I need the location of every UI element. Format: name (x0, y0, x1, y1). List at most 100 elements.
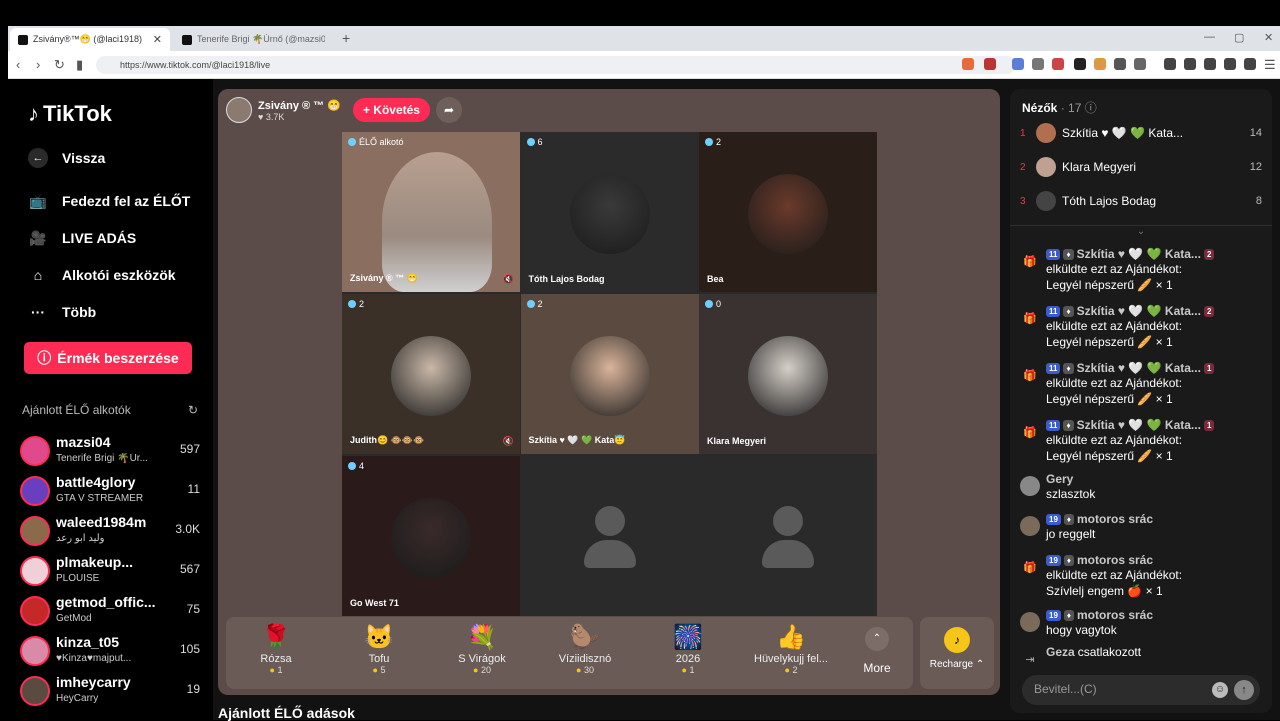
coin-icon: ● (576, 665, 584, 675)
message-text: elküldte ezt az Ajándékot: (1046, 376, 1183, 390)
close-window-icon[interactable]: ✕ (1264, 31, 1273, 44)
fan-badge: 1 (1203, 419, 1215, 431)
chat-input[interactable]: ☺ ↑ (1022, 675, 1260, 705)
extension-icon[interactable] (1114, 58, 1126, 70)
guest-cell[interactable]: 6 Tóth Lajos Bodag (520, 132, 699, 292)
triangle-extension-icon[interactable] (984, 58, 996, 70)
message-text-2: Legyél népszerű 🥖 × 1 (1046, 335, 1173, 349)
coin-icon: ♪ (944, 627, 970, 653)
user-name[interactable]: Szkítia ♥ 🤍 💚 Kata... (1077, 418, 1201, 432)
menu-icon[interactable]: ☰ (1264, 57, 1276, 73)
browser-tab[interactable]: Tenerife Brigi 🌴Úrnő (@mazsi04) É... (174, 28, 334, 51)
extension-icon[interactable] (1094, 58, 1106, 70)
chat-input-field[interactable] (1034, 682, 1204, 696)
viewer-rank: 3 (1020, 195, 1026, 207)
forward-icon[interactable]: › (36, 57, 40, 72)
sidebar-icon[interactable] (1184, 58, 1196, 70)
guest-cell[interactable] (699, 456, 877, 616)
top-viewer-row[interactable]: 3 Tóth Lajos Bodag 8 (1020, 189, 1262, 213)
gift-item[interactable]: 🌹 Rózsa ● 1 (231, 623, 321, 675)
extension-icon[interactable] (1074, 58, 1086, 70)
message-text: jo reggelt (1046, 527, 1096, 541)
creator-item[interactable]: waleed1984m وليد ابو رعد 3.0K (20, 514, 200, 550)
minimize-icon[interactable]: — (1204, 31, 1215, 43)
puzzle-icon[interactable] (1134, 58, 1146, 70)
top-viewer-row[interactable]: 2 Klara Megyeri 12 (1020, 155, 1262, 179)
emoji-icon[interactable]: ☺ (1212, 682, 1228, 698)
guest-cell[interactable]: 2 Szkítia ♥ 🤍 💚 Kata😇 (520, 294, 699, 454)
gift-item[interactable]: 🐱 Tofu ● 5 (334, 623, 424, 675)
tiktok-logo[interactable]: ♪ TikTok (28, 101, 112, 127)
new-tab-icon[interactable]: + (342, 30, 350, 46)
user-name[interactable]: Szkítia ♥ 🤍 💚 Kata... (1077, 304, 1201, 318)
guest-cell[interactable]: 0 Klara Megyeri (699, 294, 877, 454)
creator-item[interactable]: mazsi04 Tenerife Brigi 🌴Úr... 597 (20, 434, 200, 470)
guest-cell[interactable] (520, 456, 699, 616)
music-icon[interactable] (1164, 58, 1176, 70)
get-coins-button[interactable]: ⓘ Érmék beszerzése (24, 342, 192, 374)
host-avatar[interactable] (226, 97, 252, 123)
recharge-button[interactable]: ♪ Recharge ⌃ (920, 617, 994, 689)
gift-item[interactable]: 🦫 Víziidisznó ● 30 (540, 623, 630, 675)
message-text-2: Szívlelj engem 🍎 × 1 (1046, 584, 1163, 598)
maximize-icon[interactable]: ▢ (1234, 31, 1244, 44)
host-name[interactable]: Zsivány ® ™ 😁 (258, 99, 341, 112)
nav-creator-tools[interactable]: ⌂ Alkotói eszközök (28, 266, 176, 284)
top-viewer-row[interactable]: 1 Szkítia ♥ 🤍 💚 Kata... 14 (1020, 121, 1262, 145)
viewers-title: Nézők (1022, 101, 1058, 115)
sparkle-icon[interactable] (1224, 58, 1236, 70)
chevron-down-icon[interactable]: ⌄ (1010, 225, 1272, 237)
nav-more[interactable]: ··· Több (28, 303, 96, 321)
extension-icon[interactable] (1032, 58, 1044, 70)
creator-item[interactable]: kinza_t05 ♥Kinza♥majput... 105 (20, 634, 200, 670)
creator-item[interactable]: battle4glory GTA V STREAMER 11 (20, 474, 200, 510)
more-gifts-button[interactable]: ⌃ More (852, 627, 902, 675)
user-name[interactable]: motoros srác (1077, 608, 1153, 622)
reload-icon[interactable]: ↻ (54, 57, 65, 73)
share-icon[interactable]: ➦ (435, 97, 462, 123)
message-text: szlasztok (1046, 487, 1096, 501)
translate-icon[interactable] (1012, 58, 1024, 70)
creator-item[interactable]: imheycarry HeyCarry 19 (20, 674, 200, 710)
guest-cell[interactable]: 2 Judith😊 🐵🐵🐵 🔇 (342, 294, 520, 454)
close-tab-icon[interactable]: ✕ (153, 33, 162, 46)
message-body: 19 ♦ motoros srác elküldte ezt az Ajándékot… (1046, 553, 1262, 599)
back-nav[interactable]: ← Vissza (28, 148, 105, 168)
viewer-count: 11 (187, 482, 200, 496)
guest-cell[interactable]: ÉLŐ alkotó Zsivány ® ™ 😁 🔇 (342, 132, 520, 292)
user-name[interactable]: Szkítia ♥ 🤍 💚 Kata... (1077, 361, 1201, 375)
host-likes: ♥ 3.7K (258, 111, 285, 122)
user-name[interactable]: motoros srác (1077, 553, 1153, 567)
gift-item[interactable]: 👍 Hüvelykujj fel... ● 2 (746, 623, 836, 675)
user-name[interactable]: Szkítia ♥ 🤍 💚 Kata... (1077, 247, 1201, 261)
nav-explore-live[interactable]: 📺 Fedezd fel az ÉLŐT (28, 192, 190, 210)
url-field[interactable]: https://www.tiktok.com/@laci1918/live (96, 56, 1016, 74)
guest-cell[interactable]: 4 Go West 71 (342, 456, 520, 616)
user-name[interactable]: motoros srác (1077, 512, 1153, 526)
wallet-icon[interactable] (1204, 58, 1216, 70)
guest-cell[interactable]: 2 Bea (699, 132, 877, 292)
send-icon[interactable]: ↑ (1234, 680, 1254, 700)
vpn-icon[interactable] (1244, 58, 1256, 70)
back-icon[interactable]: ‹ (16, 57, 20, 72)
shield-extension-icon[interactable] (962, 58, 974, 70)
gift-item[interactable]: 💐 S Virágok ● 20 (437, 623, 527, 675)
creator-item[interactable]: getmod_offic... GetMod 75 (20, 594, 200, 630)
gift-item[interactable]: 🎆 2026 ● 1 (643, 623, 733, 675)
follow-button[interactable]: + Követés (352, 98, 430, 122)
user-name[interactable]: Geza (1046, 645, 1075, 659)
creator-name: kinza_t05 (56, 634, 120, 650)
user-name[interactable]: Gery (1046, 472, 1073, 486)
guest-name: Zsivány ® ™ 😁 (350, 273, 418, 283)
refresh-icon[interactable]: ↻ (188, 403, 198, 417)
creator-item[interactable]: plmakeup... PLOUISE 567 (20, 554, 200, 590)
browser-tab-active[interactable]: Zsivány®™😁 (@laci1918) Él... ✕ (10, 28, 170, 51)
hls-extension-icon[interactable] (1052, 58, 1064, 70)
diamond-icon (348, 138, 356, 146)
help-icon[interactable]: ⓘ (1085, 101, 1097, 115)
nav-go-live[interactable]: 🎥 LIVE ADÁS (28, 229, 136, 247)
guest-badge-text: 2 (716, 137, 722, 147)
bookmark-icon[interactable]: ▮ (76, 57, 83, 73)
gift-price-value: 20 (480, 665, 491, 675)
gift-price-value: 5 (380, 665, 386, 675)
